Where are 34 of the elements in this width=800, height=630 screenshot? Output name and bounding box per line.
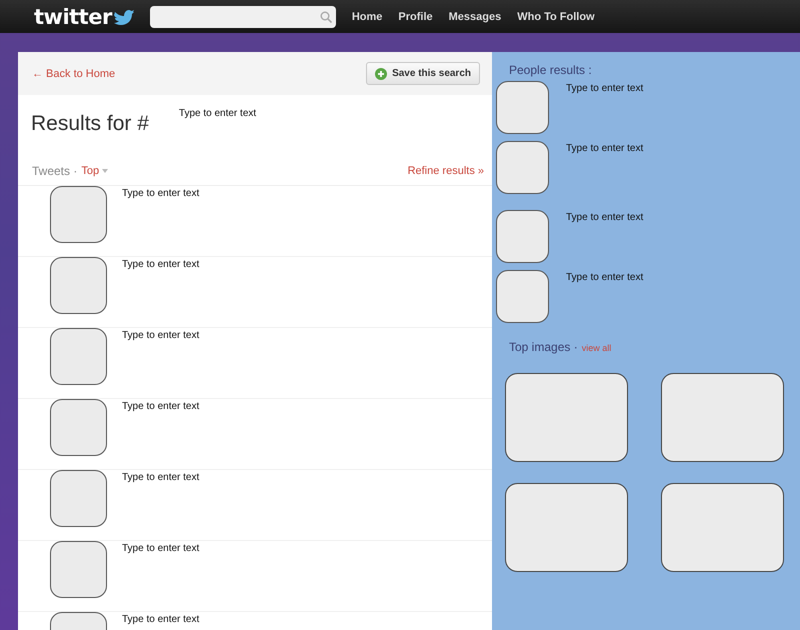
nav-link[interactable]: Who To Follow [517, 10, 595, 22]
caret-icon [102, 169, 108, 173]
avatar-placeholder [496, 210, 549, 263]
nav-link[interactable]: Profile [398, 10, 433, 22]
person-text: Type to enter text [566, 143, 644, 154]
logo[interactable]: twitter [34, 4, 112, 28]
avatar-placeholder [496, 141, 549, 194]
text-field[interactable]: Type to enter text [178, 108, 256, 119]
plus-icon [375, 68, 388, 80]
results-title: Results for # [31, 112, 149, 136]
tweet-text: Type to enter text [122, 330, 200, 341]
tweet-text: Type to enter text [122, 259, 200, 270]
filter-label: Tweets · [32, 164, 78, 178]
refine-link[interactable]: Refine results » [408, 165, 484, 177]
person-text: Type to enter text [566, 212, 644, 223]
tweet-text: Type to enter text [122, 614, 200, 625]
section-title: Top images · [509, 340, 578, 354]
tweet-text: Type to enter text [122, 472, 200, 483]
filter-dropdown[interactable]: Top [81, 165, 108, 177]
nav-link[interactable]: Messages [448, 10, 502, 22]
search-field[interactable] [150, 6, 336, 28]
nav-link[interactable]: Home [352, 10, 382, 22]
tweet-text: Type to enter text [122, 188, 200, 199]
bird-icon [114, 8, 134, 24]
person-text: Type to enter text [566, 83, 644, 94]
section-title: People results : [509, 63, 592, 77]
search-icon [320, 10, 332, 22]
tweet-text: Type to enter text [122, 543, 200, 554]
back-link[interactable]: ← Back to Home [32, 68, 116, 80]
avatar-placeholder [496, 81, 549, 134]
tweet-text: Type to enter text [122, 401, 200, 412]
save-search-button[interactable]: Save this search [366, 62, 480, 85]
avatar-placeholder [496, 270, 549, 323]
person-text: Type to enter text [566, 272, 644, 283]
